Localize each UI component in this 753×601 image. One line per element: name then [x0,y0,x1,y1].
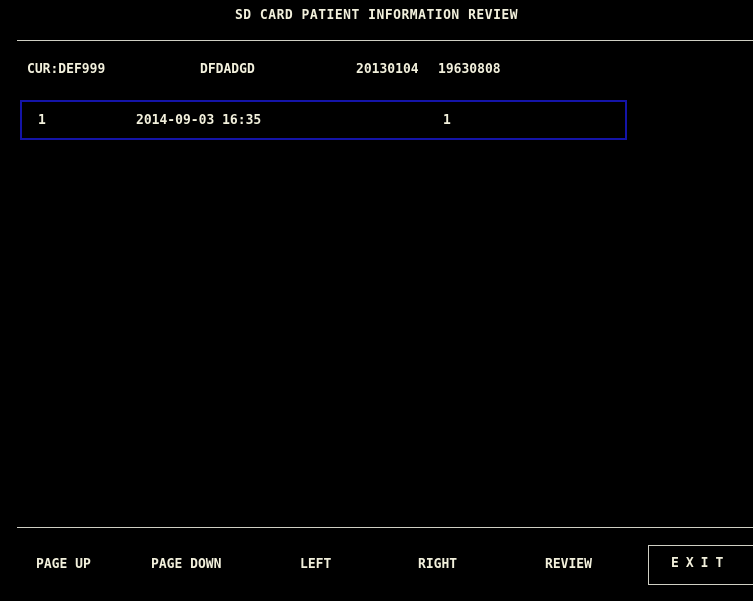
exit-button-label: EXIT [671,556,731,571]
record-index: 1 [38,113,46,128]
right-button[interactable]: RIGHT [418,557,457,572]
header-divider [17,40,753,41]
record-datetime: 2014-09-03 16:35 [136,113,262,128]
record-count: 1 [443,113,451,128]
footer-divider [17,527,753,528]
patient-name: DFDADGD [200,62,255,77]
record-row[interactable]: 1 2014-09-03 16:35 1 [20,100,627,140]
exit-button[interactable]: EXIT [648,545,753,585]
window-title: SD CARD PATIENT INFORMATION REVIEW [234,8,519,23]
page-down-button[interactable]: PAGE DOWN [151,557,221,572]
left-button[interactable]: LEFT [300,557,331,572]
birth-date: 19630808 [438,62,501,77]
admit-date: 20130104 [356,62,419,77]
review-button[interactable]: REVIEW [545,557,592,572]
current-patient-id: CUR:DEF999 [27,62,106,77]
page-up-button[interactable]: PAGE UP [36,557,91,572]
